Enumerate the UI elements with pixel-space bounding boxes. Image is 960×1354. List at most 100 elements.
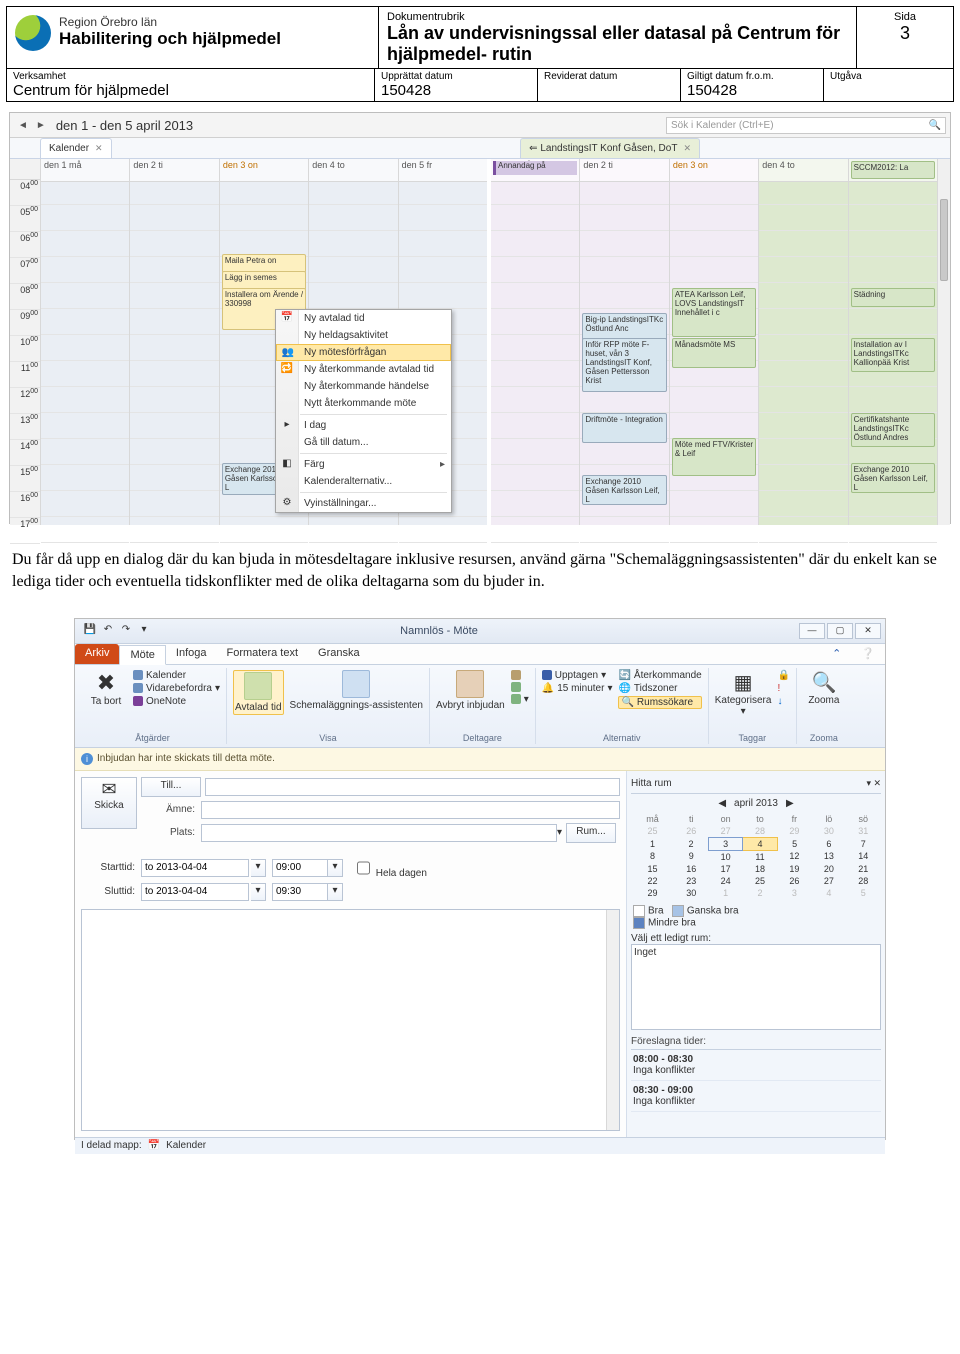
end-time-field[interactable]	[272, 883, 328, 901]
mini-cal-day[interactable]: 2	[674, 837, 708, 850]
ribbon-minimize-icon[interactable]: ⌃	[822, 644, 851, 664]
start-time-field[interactable]	[272, 859, 328, 877]
pin-icon[interactable]: ▾ ✕	[866, 778, 881, 789]
mini-cal-day[interactable]: 9	[674, 850, 708, 863]
mini-cal-day[interactable]: 29	[777, 825, 811, 838]
tab-arkiv[interactable]: Arkiv	[75, 644, 119, 664]
mini-cal-day[interactable]: 3	[708, 837, 742, 850]
busy-dropdown[interactable]: Upptagen ▾	[542, 670, 613, 681]
calendar-event[interactable]: Inför RFP möte F-huset, vån 3 Landstings…	[582, 338, 666, 392]
context-menu-item[interactable]: ▸I dag	[276, 417, 451, 434]
calendar-day-column[interactable]: den 4 to	[759, 159, 848, 525]
mini-cal-day[interactable]: 27	[708, 825, 742, 838]
delete-button[interactable]: ✖Ta bort	[85, 670, 127, 707]
mini-cal-day[interactable]: 25	[743, 875, 777, 887]
mini-cal-day[interactable]: 20	[812, 863, 846, 875]
mini-cal-day[interactable]: 25	[631, 825, 674, 838]
calendar-event[interactable]: Installation av I LandstingsITKc Kallion…	[851, 338, 935, 372]
address-book-button[interactable]	[511, 670, 529, 680]
close-icon[interactable]: ✕	[95, 143, 103, 154]
mini-cal-day[interactable]: 24	[708, 875, 742, 887]
mini-cal-day[interactable]: 4	[743, 837, 777, 850]
mini-cal-day[interactable]: 17	[708, 863, 742, 875]
tab-formatera[interactable]: Formatera text	[217, 644, 309, 664]
calendar-button[interactable]: Kalender	[133, 670, 220, 681]
calendar-event[interactable]: Certifikatshante LandstingsITKc Östlund …	[851, 413, 935, 447]
calendar-day-column[interactable]: den 1 måAnnandag på	[491, 159, 580, 525]
context-menu-item[interactable]: Kalenderalternativ...	[276, 473, 451, 490]
location-dropdown-icon[interactable]: ▾	[557, 827, 562, 838]
calendar-event[interactable]: Exchange 2010 Gåsen Karlsson Leif, L	[582, 475, 666, 505]
mini-cal-day[interactable]: 16	[674, 863, 708, 875]
context-menu-item[interactable]: Nytt återkommande möte	[276, 395, 451, 412]
end-date-field[interactable]	[141, 883, 249, 901]
mini-cal-day[interactable]: 30	[674, 887, 708, 899]
start-date-field[interactable]	[141, 859, 249, 877]
reminder-dropdown[interactable]: 🔔15 minuter ▾	[542, 683, 613, 694]
mini-cal-day[interactable]: 29	[631, 887, 674, 899]
responses-button[interactable]: ▾	[511, 694, 529, 705]
mini-cal-day[interactable]: 6	[812, 837, 846, 850]
avtalad-tid-button[interactable]: Avtalad tid	[233, 670, 284, 715]
zoom-button[interactable]: 🔍Zooma	[803, 670, 845, 706]
timezones-button[interactable]: 🌐Tidszoner	[618, 683, 701, 694]
suggested-time-item[interactable]: 08:30 - 09:00Inga konflikter	[631, 1081, 881, 1112]
importance-low-button[interactable]: ↓	[777, 696, 789, 707]
tab-kalender[interactable]: Kalender ✕	[40, 138, 112, 158]
meeting-body-textarea[interactable]	[81, 909, 620, 1131]
calendar-day-column[interactable]: den 1 må	[41, 159, 130, 525]
mini-cal-day[interactable]: 1	[631, 837, 674, 850]
allday-event[interactable]: SCCM2012: La	[851, 161, 935, 179]
suggested-times-list[interactable]: 08:00 - 08:30Inga konflikter08:30 - 09:0…	[631, 1049, 881, 1112]
mini-cal-day[interactable]: 8	[631, 850, 674, 863]
calendar-event[interactable]: Driftmöte - Integration	[582, 413, 666, 443]
forward-button[interactable]: Vidarebefordra ▾	[133, 683, 220, 694]
mini-cal-day[interactable]: 28	[846, 875, 880, 887]
check-names-button[interactable]	[511, 682, 529, 692]
context-menu-item[interactable]: Gå till datum...	[276, 434, 451, 451]
calendar-event[interactable]: Städning	[851, 288, 935, 307]
mini-cal-day[interactable]: 2	[743, 887, 777, 899]
mini-cal-day[interactable]: 19	[777, 863, 811, 875]
redo-icon[interactable]: ↷	[119, 624, 133, 638]
mini-cal-day[interactable]: 14	[846, 850, 880, 863]
mini-cal-day[interactable]: 21	[846, 863, 880, 875]
calendar-event[interactable]: Exchange 2010 Gåsen Karlsson Leif, L	[851, 463, 935, 493]
suggested-time-item[interactable]: 08:00 - 08:30Inga konflikter	[631, 1050, 881, 1081]
tab-resource[interactable]: ⇐ LandstingsIT Konf Gåsen, DoT ✕	[520, 138, 700, 158]
context-menu-item[interactable]: ⚙Vyinställningar...	[276, 495, 451, 512]
mini-cal-day[interactable]: 7	[846, 837, 880, 850]
calendar-right-pane[interactable]: den 1 måAnnandag påden 2 tiBig-ip Landst…	[491, 159, 937, 525]
to-field[interactable]	[205, 778, 620, 796]
location-field[interactable]	[201, 824, 557, 842]
date-dropdown-icon[interactable]: ▾	[251, 883, 266, 901]
calendar-day-column[interactable]: den 3 onATEA Karlsson Leif, LOVS Landsti…	[670, 159, 759, 525]
calendar-day-column[interactable]: den 2 ti	[130, 159, 219, 525]
time-dropdown-icon[interactable]: ▾	[328, 859, 343, 877]
calendar-event[interactable]: ATEA Karlsson Leif, LOVS LandstingsIT In…	[672, 288, 756, 337]
mini-cal-day[interactable]: 12	[777, 850, 811, 863]
mini-cal-day[interactable]: 22	[631, 875, 674, 887]
mini-cal-day[interactable]: 15	[631, 863, 674, 875]
tab-infoga[interactable]: Infoga	[166, 644, 217, 664]
tab-granska[interactable]: Granska	[308, 644, 370, 664]
vertical-scrollbar[interactable]	[606, 910, 619, 1130]
prev-month-icon[interactable]: ◀	[718, 798, 726, 809]
mini-cal-day[interactable]: 26	[777, 875, 811, 887]
room-listbox[interactable]: Inget	[631, 944, 881, 1030]
mini-cal-day[interactable]: 27	[812, 875, 846, 887]
allday-event[interactable]: Annandag på	[493, 161, 577, 175]
calendar-search-input[interactable]: Sök i Kalender (Ctrl+E) 🔍	[666, 117, 946, 134]
maximize-button[interactable]: ▢	[827, 623, 853, 639]
onenote-button[interactable]: OneNote	[133, 696, 220, 707]
kategorisera-button[interactable]: ▦Kategorisera▾	[715, 670, 772, 717]
to-button[interactable]: Till...	[141, 777, 201, 797]
help-icon[interactable]: ❔	[851, 644, 885, 664]
context-menu-item[interactable]: 🔁Ny återkommande avtalad tid	[276, 361, 451, 378]
mini-cal-day[interactable]: 31	[846, 825, 880, 838]
mini-cal-day[interactable]: 13	[812, 850, 846, 863]
vertical-scrollbar[interactable]	[937, 159, 950, 525]
context-menu-item[interactable]: Ny återkommande händelse	[276, 378, 451, 395]
allday-checkbox[interactable]: Hela dagen	[353, 857, 427, 879]
mini-cal-day[interactable]: 18	[743, 863, 777, 875]
